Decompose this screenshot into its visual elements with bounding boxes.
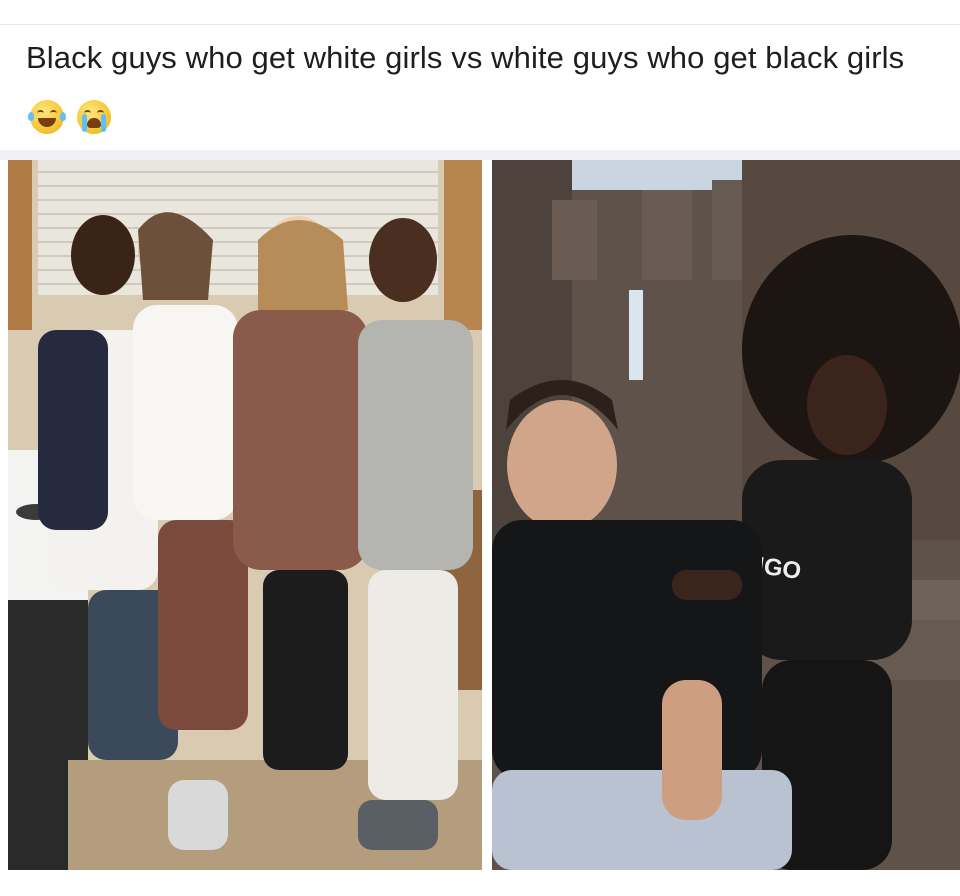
bottom-band: [0, 870, 960, 896]
loudly-crying-face-icon: [76, 100, 111, 134]
left-photo[interactable]: [8, 160, 482, 870]
right-photo[interactable]: UNGO: [492, 160, 960, 870]
section-divider: [0, 150, 960, 160]
post-caption: Black guys who get white girls vs white …: [26, 28, 936, 148]
post-card: Black guys who get white girls vs white …: [0, 0, 960, 896]
face-with-tears-of-joy-icon: [28, 100, 66, 134]
top-divider: [0, 24, 960, 25]
caption-text: Black guys who get white girls vs white …: [26, 40, 905, 75]
